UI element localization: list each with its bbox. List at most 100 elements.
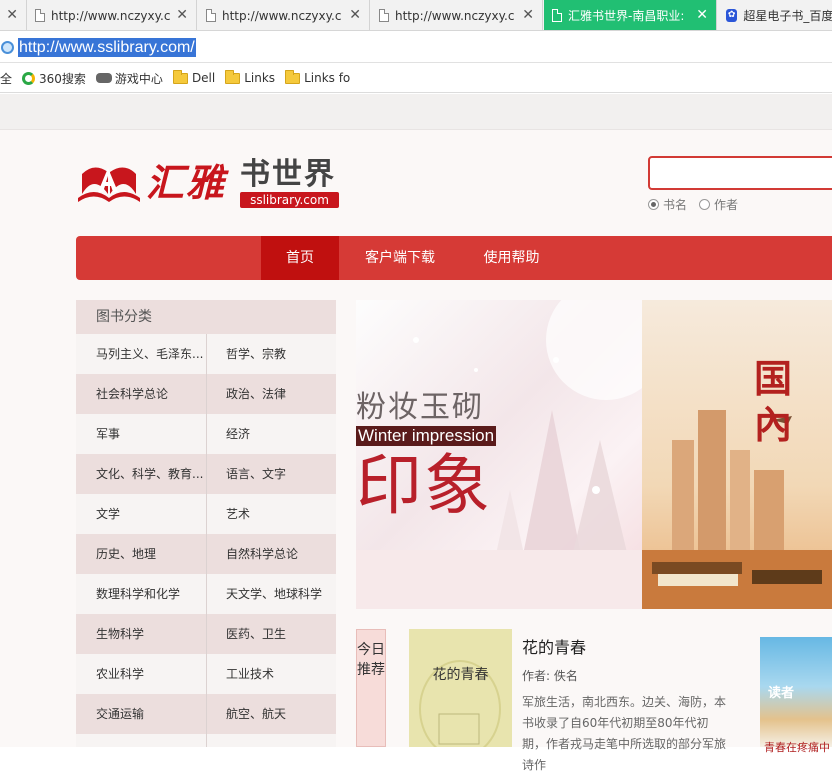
book-description: 军旅生活，南北西东。边关、海防，本书收录了自60年代初期至80年代初期，作者戎马…	[522, 695, 727, 772]
tab-3[interactable]: http://www.nczyxy.co ✕	[371, 0, 543, 30]
bookmark-games[interactable]: 游戏中心	[95, 70, 163, 87]
address-bar[interactable]: http://www.sslibrary.com/	[0, 32, 832, 63]
tab-label: 汇雅书世界-南昌职业:	[568, 9, 685, 23]
search-input[interactable]	[648, 156, 832, 190]
tab-partial[interactable]: ✕	[0, 0, 27, 30]
bookmark-label: 360搜索	[39, 71, 86, 86]
category-link[interactable]: 社会科学总论	[96, 374, 206, 414]
search-type-radios: 书名 作者	[648, 196, 750, 213]
radio-title-label: 书名	[663, 198, 688, 212]
category-link[interactable]: 航空、航天	[226, 694, 336, 734]
category-link[interactable]: 语言、文字	[226, 454, 336, 494]
category-sidebar: 图书分类 马列主义、毛泽东... 哲学、宗教 社会科学总论 政治、法律 军事 经济 文化、科…	[76, 300, 336, 747]
bookmark-label: 全	[0, 71, 13, 86]
book-cover[interactable]: 花的青春	[409, 629, 512, 747]
page-icon	[206, 9, 216, 22]
banner-slide-city[interactable]: 国內	[642, 300, 832, 609]
radio-title[interactable]	[648, 199, 659, 210]
gamepad-icon	[95, 73, 112, 83]
banner-subtitle: Winter impression	[356, 426, 497, 446]
folder-icon	[225, 69, 241, 84]
tab-label: http://www.nczyxy.co	[222, 8, 342, 23]
close-icon[interactable]: ✕	[349, 7, 361, 23]
category-link[interactable]: 数理科学和化学	[96, 574, 206, 614]
category-link[interactable]: 军事	[96, 414, 206, 454]
banner-big-text: 印象	[356, 447, 492, 524]
divider	[206, 334, 207, 747]
baidu-paw-icon: ✿	[726, 9, 738, 22]
tab-5[interactable]: ✿ 超星电子书_百度	[718, 0, 832, 30]
logo-domain: sslibrary.com	[240, 192, 339, 208]
bookmark-links[interactable]: Links	[225, 69, 276, 85]
tab-active[interactable]: 汇雅书世界-南昌职业: ✕	[544, 0, 717, 30]
360-icon	[22, 71, 36, 85]
cover-title: 花的青春	[432, 667, 489, 683]
category-link[interactable]: 自然科学总论	[226, 534, 336, 574]
tab-strip: ✕ http://www.nczyxy.co ✕ http://www.nczy…	[0, 0, 832, 31]
side-book-caption[interactable]: 青春在疼痛中	[764, 739, 830, 755]
category-link[interactable]: 文学	[96, 494, 206, 534]
bookmark-label: Links fo	[304, 71, 351, 85]
close-icon[interactable]: ✕	[522, 7, 534, 23]
page-icon	[35, 9, 45, 22]
close-icon[interactable]: ✕	[6, 7, 18, 23]
page-icon	[552, 9, 562, 22]
book-logo-icon	[78, 167, 140, 202]
today-recommend-label: 今日推荐	[356, 629, 386, 747]
bookmark-links-for[interactable]: Links fo	[285, 69, 351, 85]
url-text[interactable]: http://www.sslibrary.com/	[18, 37, 196, 57]
book-author: 作者: 佚名	[522, 669, 578, 683]
tab-1[interactable]: http://www.nczyxy.co ✕	[27, 0, 197, 30]
category-link[interactable]: 艺术	[226, 494, 336, 534]
side-book-cover[interactable]: 读者	[760, 637, 832, 747]
category-link[interactable]: 经济	[226, 414, 336, 454]
bookmark-partial[interactable]: 全	[0, 70, 12, 87]
site-logo[interactable]: 汇雅 书世界 sslibrary.com	[76, 158, 346, 212]
radio-author-label: 作者	[714, 198, 739, 212]
category-link[interactable]: 文化、科学、教育...	[96, 454, 206, 494]
radio-author[interactable]	[699, 199, 711, 210]
city-books-image	[642, 410, 832, 609]
carousel-banner[interactable]: 粉妆玉砌 Winter impression 印象 国內	[356, 300, 832, 609]
category-link[interactable]: 交通运输	[96, 694, 206, 734]
tab-label: http://www.nczyxy.co	[51, 8, 171, 23]
banner-slide-winter[interactable]: 粉妆玉砌 Winter impression 印象	[356, 300, 642, 609]
tab-label: http://www.nczyxy.co	[395, 8, 515, 23]
bookmark-dell[interactable]: Dell	[172, 69, 215, 85]
cover-pattern-image	[419, 660, 501, 747]
category-link[interactable]: 工业技术	[226, 654, 336, 694]
side-book-title: 读者	[768, 686, 795, 701]
category-link[interactable]: 政治、法律	[226, 374, 336, 414]
category-link[interactable]: 农业科学	[96, 654, 206, 694]
bookmark-360[interactable]: 360搜索	[22, 70, 86, 87]
tab-2[interactable]: http://www.nczyxy.co ✕	[198, 0, 370, 30]
category-link[interactable]: 历史、地理	[96, 534, 206, 574]
nav-home[interactable]: 首页	[261, 236, 339, 280]
close-icon[interactable]: ✕	[176, 7, 188, 23]
category-link[interactable]: 生物科学	[96, 614, 206, 654]
category-link[interactable]: 哲学、宗教	[226, 334, 336, 374]
tab-label: 超星电子书_百度	[743, 9, 832, 23]
bookmarks-bar: 全 360搜索 游戏中心 Dell Links Links fo	[0, 64, 832, 93]
page-icon	[379, 9, 389, 22]
category-link[interactable]: 医药、卫生	[226, 614, 336, 654]
close-icon[interactable]: ✕	[696, 7, 708, 23]
logo-sub-text: 书世界	[240, 157, 336, 192]
bookmark-label: Links	[244, 71, 276, 85]
category-link[interactable]: 天文学、地球科学	[226, 574, 336, 614]
category-link[interactable]: 马列主义、毛泽东...	[96, 334, 206, 374]
folder-icon	[172, 69, 188, 84]
main-nav: 首页 客户端下载 使用帮助	[76, 236, 832, 280]
book-title[interactable]: 花的青春	[522, 634, 586, 658]
bookmark-label: 游戏中心	[114, 71, 163, 86]
nav-client-download[interactable]: 客户端下载	[346, 236, 454, 280]
logo-main-text: 汇雅	[146, 160, 227, 205]
banner-right-title: 国內	[754, 356, 797, 447]
banner-title: 粉妆玉砌	[356, 390, 484, 425]
folder-icon	[285, 69, 301, 84]
recommend-label-text: 今日推荐	[357, 642, 385, 678]
sidebar-title: 图书分类	[76, 300, 336, 334]
top-strip	[0, 94, 832, 130]
nav-help[interactable]: 使用帮助	[464, 236, 559, 280]
page-content: 汇雅 书世界 sslibrary.com 书名 作者 首页 客户端下载 使用帮助…	[0, 94, 832, 772]
